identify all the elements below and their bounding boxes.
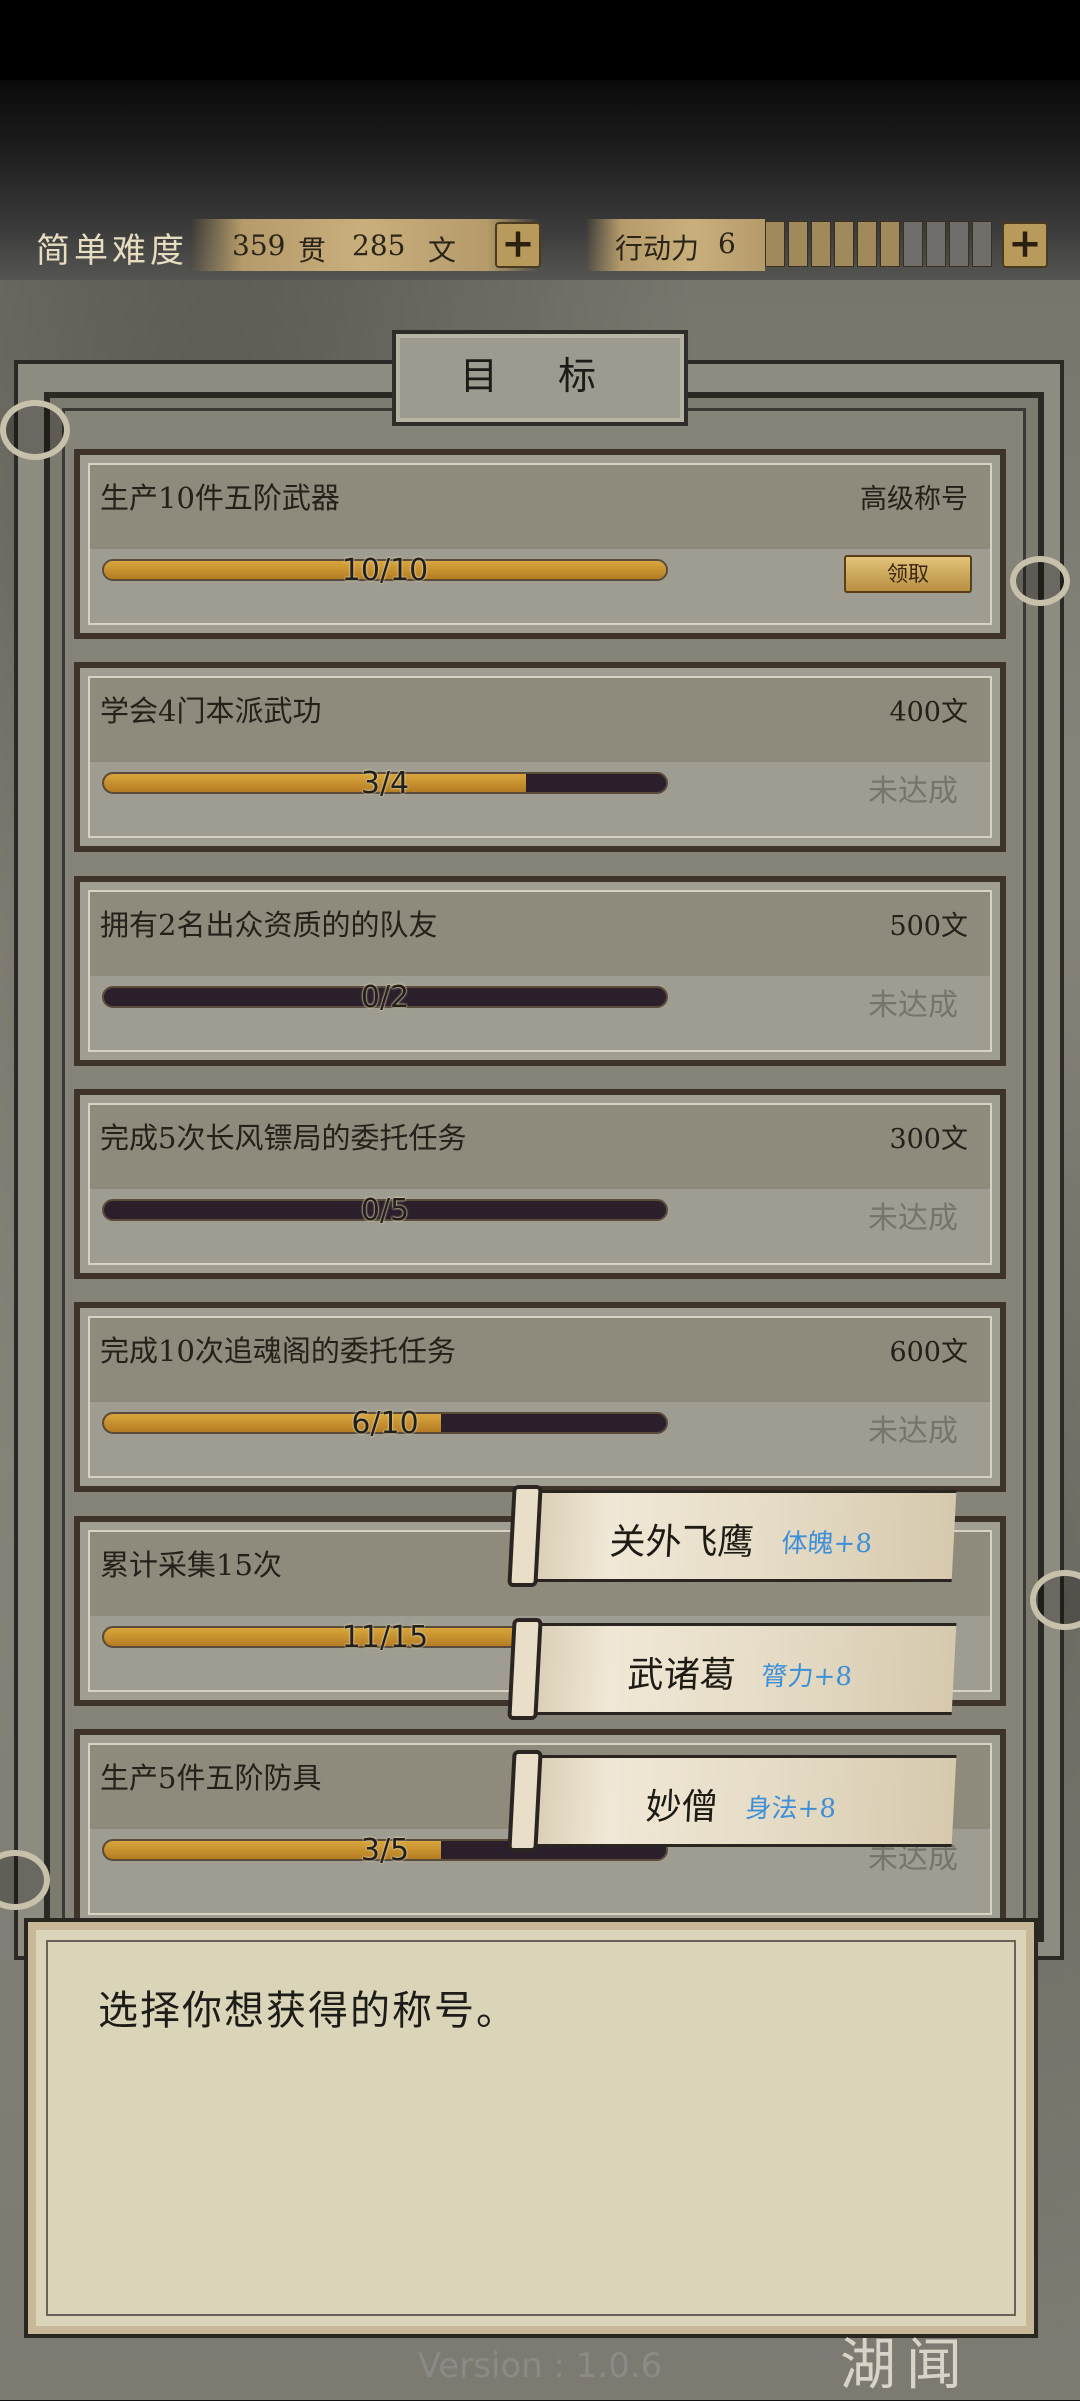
cloud-ornament-left — [0, 400, 70, 460]
stamina-cell — [972, 221, 992, 267]
money-wen-unit: 文 — [428, 234, 457, 267]
title-option-name: 关外飞鹰 — [608, 1522, 755, 1563]
goal-status: 未达成 — [868, 988, 958, 1023]
dialog-text: 选择你想获得的称号。 — [98, 1988, 518, 2034]
claim-button[interactable]: 领取 — [844, 555, 972, 593]
goal-name: 拥有2名出众资质的的队友 — [100, 908, 438, 942]
money-guan-value: 359 — [232, 229, 286, 262]
stamina-label: 行动力 — [615, 232, 700, 265]
top-hud: 简单难度 359 贯 285 文 + 行动力 6 + — [0, 215, 1080, 277]
stamina-cell — [765, 221, 785, 267]
title-option-name: 妙僧 — [644, 1787, 719, 1828]
goal-card: 完成5次长风镖局的委托任务 300文 0/5 未达成 — [74, 1089, 1006, 1279]
cloud-ornament-right — [1010, 556, 1070, 606]
goal-card: 拥有2名出众资质的的队友 500文 0/2 未达成 — [74, 876, 1006, 1066]
goal-reward: 600文 — [889, 1337, 968, 1368]
goal-name: 完成10次追魂阁的委托任务 — [100, 1334, 456, 1368]
stamina-cell — [788, 221, 808, 267]
goal-name: 学会4门本派武功 — [100, 694, 322, 728]
goal-reward: 400文 — [889, 697, 968, 728]
goal-card: 学会4门本派武功 400文 3/4 未达成 — [74, 662, 1006, 852]
add-stamina-button[interactable]: + — [1002, 222, 1048, 268]
goal-status: 未达成 — [868, 774, 958, 809]
goal-progress-text: 10/10 — [341, 553, 429, 588]
goal-card: 完成10次追魂阁的委托任务 600文 6/10 未达成 — [74, 1302, 1006, 1492]
title-option-bonus: 膂力+8 — [760, 1662, 853, 1692]
title-option-name: 武诸葛 — [626, 1655, 737, 1696]
title-option-bonus: 体魄+8 — [780, 1529, 873, 1559]
goal-name: 完成5次长风镖局的委托任务 — [100, 1121, 467, 1155]
stamina-cell — [949, 221, 969, 267]
stamina-gauge — [765, 221, 992, 267]
goal-progress-text: 6/10 — [351, 1406, 419, 1441]
brand-calligraphy: 湖闻 — [840, 2333, 972, 2398]
goal-reward: 500文 — [889, 911, 968, 942]
stamina-cell — [811, 221, 831, 267]
goal-progress-text: 0/2 — [360, 980, 410, 1015]
money-wen-value: 285 — [352, 229, 406, 262]
money-display: 359 贯 285 文 — [190, 219, 540, 271]
panel-title: 目 标 — [392, 330, 688, 426]
goal-card: 生产10件五阶武器 高级称号 10/10 领取 — [74, 449, 1006, 639]
goal-status: 未达成 — [868, 1201, 958, 1236]
add-money-button[interactable]: + — [495, 222, 541, 268]
goal-reward: 300文 — [889, 1124, 968, 1155]
goal-name: 生产5件五阶防具 — [100, 1761, 322, 1795]
stamina-cell — [926, 221, 946, 267]
title-option-scroll[interactable]: 武诸葛 膂力+8 — [521, 1623, 957, 1715]
title-option-bonus: 身法+8 — [744, 1794, 837, 1824]
goal-name: 累计采集15次 — [100, 1548, 282, 1582]
title-option-scroll[interactable]: 妙僧 身法+8 — [521, 1755, 957, 1847]
money-guan-unit: 贯 — [298, 234, 327, 267]
title-option-scroll[interactable]: 关外飞鹰 体魄+8 — [521, 1490, 957, 1582]
stamina-cell — [857, 221, 877, 267]
dialog-box[interactable]: 选择你想获得的称号。 — [28, 1922, 1034, 2334]
goal-status: 未达成 — [868, 1414, 958, 1449]
goal-reward: 高级称号 — [860, 484, 968, 515]
goal-progress-text: 0/5 — [360, 1193, 410, 1228]
goal-name: 生产10件五阶武器 — [100, 481, 340, 515]
stamina-cell — [834, 221, 854, 267]
status-bar-area — [0, 0, 1080, 80]
stamina-cell — [880, 221, 900, 267]
stamina-cell — [903, 221, 923, 267]
goal-progress-text: 3/4 — [360, 766, 410, 801]
difficulty-label: 简单难度 — [36, 231, 188, 271]
stamina-value: 6 — [718, 227, 736, 260]
